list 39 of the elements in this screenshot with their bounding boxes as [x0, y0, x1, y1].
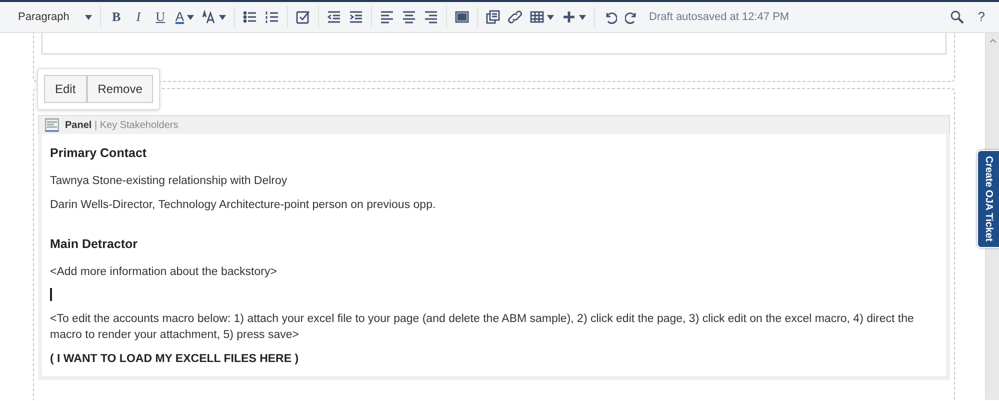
caret-icon	[85, 14, 92, 20]
checkbox-icon	[296, 10, 310, 24]
bold-button[interactable]: B	[105, 5, 128, 29]
search-icon	[950, 10, 964, 24]
caret-icon	[579, 14, 586, 20]
paragraph: ( I WANT TO LOAD MY EXCELL FILES HERE )	[50, 352, 300, 366]
caret-icon	[547, 14, 554, 20]
paragraph: <To edit the accounts macro below: 1) attach your excel file to your page (and delete the ABM sample), 2) click edit the page, 3) click edit on the excel macro, 4) direct the macro to render your attachment, 5) press save>	[50, 312, 915, 342]
link-icon	[508, 10, 522, 24]
indent-icon	[349, 10, 364, 24]
align-left-icon	[380, 10, 394, 24]
bullet-list-icon	[243, 10, 258, 24]
section-heading: Main Detractor	[50, 236, 139, 253]
text-color-button[interactable]: A	[171, 5, 198, 29]
paragraph: Tawnya Stone-existing relationship with Delroy	[50, 174, 288, 189]
caret-icon	[187, 14, 194, 20]
autosave-status: Draft autosaved at 12:47 PM	[649, 10, 790, 25]
panel-title: Panel | Key Stakeholders	[65, 118, 178, 132]
remove-button[interactable]: Remove	[86, 75, 154, 103]
numbered-list-icon	[265, 10, 280, 24]
underline-button[interactable]: U	[149, 5, 172, 29]
plus-icon	[562, 10, 576, 24]
edit-button[interactable]: Edit	[44, 75, 87, 103]
style-dropdown[interactable]: Paragraph	[14, 5, 96, 29]
help-button[interactable]: ?	[974, 5, 989, 29]
paragraph: <Add more information about the backstory>	[50, 264, 278, 280]
caret-icon	[219, 14, 226, 20]
columns-icon	[455, 10, 470, 24]
text-cursor	[50, 288, 52, 300]
font-size-icon	[202, 10, 216, 24]
table-icon	[530, 10, 544, 24]
pages-icon	[486, 10, 500, 24]
align-center-icon	[402, 10, 416, 24]
italic-button[interactable]: I	[127, 5, 150, 29]
outdent-icon	[327, 10, 342, 24]
align-right-icon	[424, 10, 438, 24]
side-tab[interactable]: Create OJA Ticket	[977, 150, 999, 248]
section-heading: Primary Contact	[50, 145, 148, 162]
paragraph: Darin Wells-Director, Technology Architecture-point person on previous opp.	[50, 198, 437, 213]
